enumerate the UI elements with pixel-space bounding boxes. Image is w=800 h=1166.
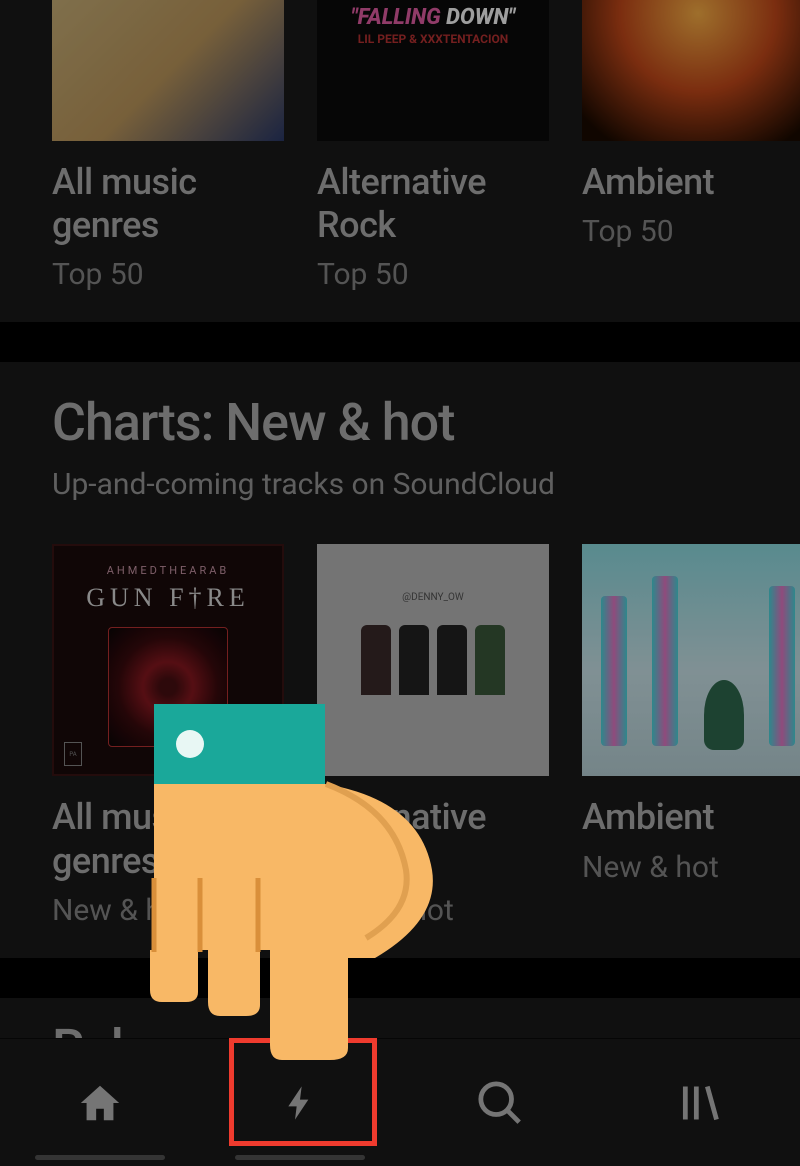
card-subtitle: New & hot — [317, 893, 549, 928]
library-icon — [676, 1081, 724, 1125]
nav-stream-button[interactable] — [200, 1039, 400, 1166]
art-text: AHMEDTHEARAB — [107, 564, 230, 577]
bottom-nav — [0, 1038, 800, 1166]
card-subtitle: Top 50 — [317, 257, 549, 292]
section-charts-newhot: Charts: New & hot Up-and-coming tracks o… — [0, 362, 800, 957]
art-text: DOWN" — [446, 5, 515, 30]
newhot-carousel[interactable]: AHMEDTHEARAB GUN F†RE PA All music genre… — [0, 544, 800, 927]
card-subtitle: New & hot — [52, 893, 284, 928]
card-title: Ambient — [582, 161, 800, 204]
album-art: AHMEDTHEARAB GUN F†RE PA — [52, 544, 284, 776]
art-text: @DENNY_OW — [402, 592, 464, 603]
genre-card[interactable]: @DENNY_OW Alternative Rock New & hot — [317, 544, 549, 927]
album-art: Delectatio Sunrise — [582, 0, 800, 141]
card-title: All music genres — [52, 161, 284, 247]
app-screen: All music genres Top 50 "FALLING DOWN" L… — [0, 0, 800, 1166]
art-text: LIL PEEP & XXXTENTACION — [358, 32, 509, 46]
nav-home-button[interactable] — [0, 1039, 200, 1166]
genre-card[interactable]: Delectatio Sunrise Ambient Top 50 — [582, 0, 800, 292]
card-subtitle: Top 50 — [52, 257, 284, 292]
genre-card[interactable]: "FALLING DOWN" LIL PEEP & XXXTENTACION A… — [317, 0, 549, 292]
parental-advisory-badge: PA — [64, 742, 82, 766]
album-art: @DENNY_OW — [317, 544, 549, 776]
card-title: Alternative Rock — [317, 161, 549, 247]
album-art — [582, 544, 800, 776]
card-title: Alternative Rock — [317, 796, 549, 882]
search-icon — [477, 1080, 523, 1126]
section-title: Charts: New & hot — [52, 392, 748, 453]
nav-search-button[interactable] — [400, 1039, 600, 1166]
genre-card[interactable]: AHMEDTHEARAB GUN F†RE PA All music genre… — [52, 544, 284, 927]
top50-carousel[interactable]: All music genres Top 50 "FALLING DOWN" L… — [0, 0, 800, 292]
album-art — [52, 0, 284, 141]
art-text: "FALLING — [351, 5, 441, 30]
card-title: All music genres — [52, 796, 284, 882]
art-text: GUN F†RE — [86, 583, 250, 613]
home-icon — [77, 1080, 123, 1126]
card-title: Ambient — [582, 796, 800, 839]
genre-card[interactable]: Ambient New & hot — [582, 544, 800, 927]
card-subtitle: Top 50 — [582, 214, 800, 249]
nav-library-button[interactable] — [600, 1039, 800, 1166]
album-art: "FALLING DOWN" LIL PEEP & XXXTENTACION — [317, 0, 549, 141]
section-charts-top50: All music genres Top 50 "FALLING DOWN" L… — [0, 0, 800, 322]
genre-card[interactable]: All music genres Top 50 — [52, 0, 284, 292]
lightning-icon — [280, 1079, 320, 1127]
section-subtitle: Up-and-coming tracks on SoundCloud — [52, 467, 748, 502]
card-subtitle: New & hot — [582, 850, 800, 885]
